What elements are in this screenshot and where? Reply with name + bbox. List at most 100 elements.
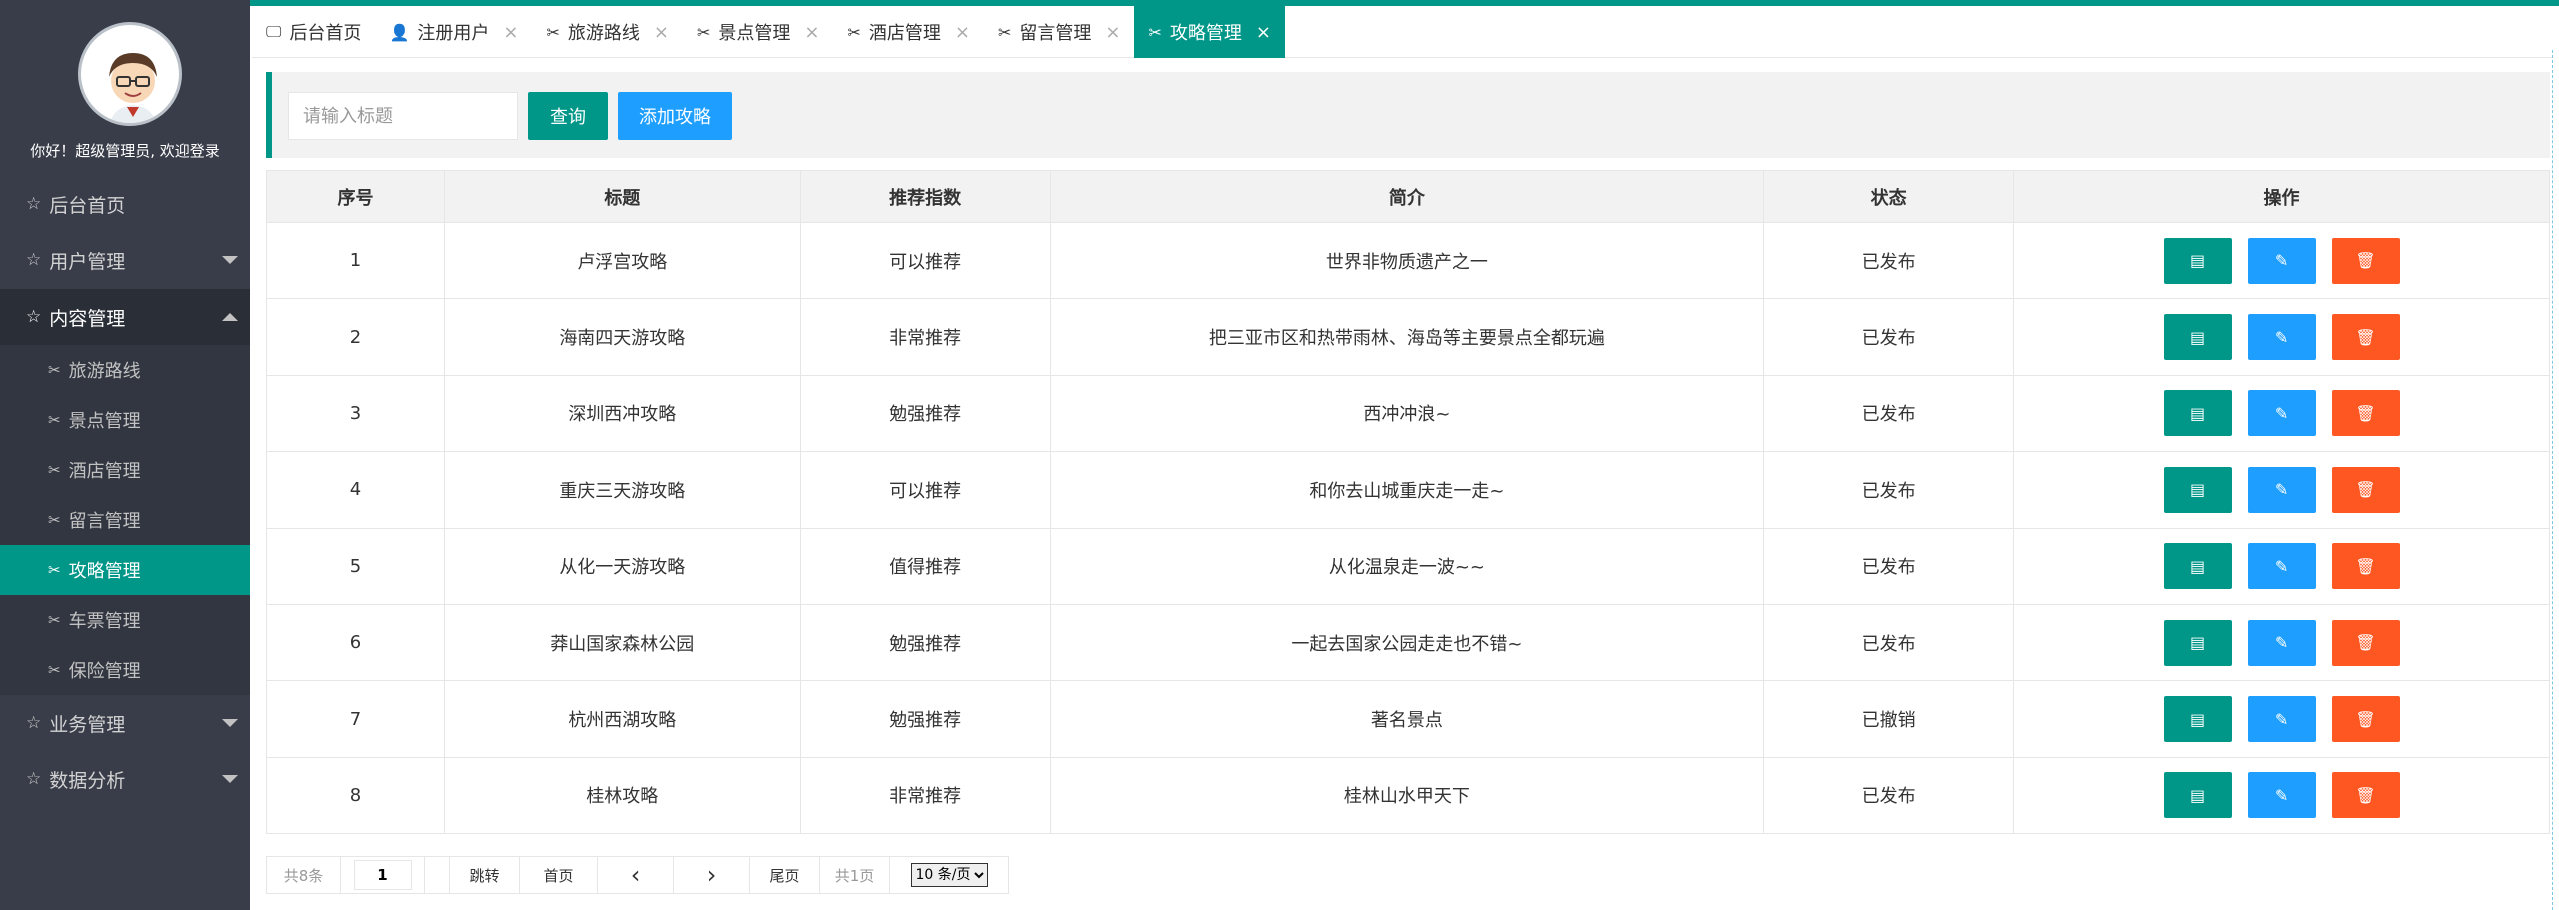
row-status: 已发布 (1763, 221, 2015, 300)
view-button[interactable]: ▤ (2163, 696, 2232, 743)
page-count: 共1页 (820, 857, 890, 893)
row-index: 5 (266, 527, 445, 605)
sub-item-label: 旅游路线 (68, 361, 141, 382)
row-rating: 可以推荐 (799, 451, 1051, 529)
pencil-icon: ✎ (2274, 709, 2289, 729)
row-rating: 勉强推荐 (799, 374, 1051, 453)
close-icon[interactable]: × (503, 22, 518, 43)
row-index: 6 (266, 603, 445, 682)
row-index: 7 (266, 680, 445, 758)
edit-button[interactable]: ✎ (2247, 696, 2316, 743)
row-status: 已撤销 (1763, 680, 2015, 758)
row-actions: ▤ ✎ 🗑 (2013, 221, 2550, 300)
row-intro: 世界非物质遗产之一 (1049, 221, 1765, 300)
sub-item-guides[interactable]: ✂ 攻略管理 (0, 545, 250, 595)
close-icon[interactable]: × (1256, 22, 1271, 43)
sub-item-messages[interactable]: ✂ 留言管理 (0, 495, 250, 545)
first-page-button[interactable]: 首页 (520, 857, 598, 893)
sub-item-hotels[interactable]: ✂ 酒店管理 (0, 445, 250, 495)
tab-bar: 🖵 后台首页 👤 注册用户 × ✂ 旅游路线 × ✂ 景点管理 × ✂ 酒店管理… (252, 6, 2552, 58)
close-icon[interactable]: × (804, 22, 819, 43)
table-row: 7 杭州西湖攻略 勉强推荐 著名景点 已撤销 ▤ ✎ 🗑 (266, 680, 2550, 758)
column-header: 状态 (1763, 170, 2015, 223)
jump-button[interactable]: 跳转 (450, 857, 520, 893)
nav-item-users[interactable]: ☆ 用户管理 (0, 232, 250, 288)
tab-guides[interactable]: ✂ 攻略管理 × (1134, 6, 1285, 58)
sub-item-insurance[interactable]: ✂ 保险管理 (0, 645, 250, 695)
tool-icon: ✂ (48, 511, 61, 529)
edit-button[interactable]: ✎ (2247, 466, 2316, 513)
close-icon[interactable]: × (1105, 22, 1120, 43)
column-header: 操作 (2013, 170, 2550, 223)
view-button[interactable]: ▤ (2163, 543, 2232, 590)
view-button[interactable]: ▤ (2163, 314, 2232, 361)
view-button[interactable]: ▤ (2163, 772, 2232, 819)
edit-button[interactable]: ✎ (2247, 543, 2316, 590)
nav-item-business[interactable]: ☆ 业务管理 (0, 695, 250, 751)
row-index: 1 (266, 221, 445, 300)
tab-registered-users[interactable]: 👤 注册用户 × (375, 6, 532, 58)
tool-icon: ✂ (48, 561, 61, 579)
row-actions: ▤ ✎ 🗑 (2013, 298, 2550, 376)
tool-icon: ✂ (48, 361, 61, 379)
page-number-input[interactable] (353, 860, 412, 890)
next-page-button[interactable]: › (674, 857, 750, 893)
avatar[interactable] (78, 22, 182, 126)
delete-button[interactable]: 🗑 (2331, 237, 2400, 284)
tab-attractions[interactable]: ✂ 景点管理 × (683, 6, 834, 58)
prev-page-button[interactable]: ‹ (598, 857, 674, 893)
row-index: 2 (266, 298, 445, 376)
sub-item-label: 攻略管理 (68, 561, 141, 582)
query-button[interactable]: 查询 (528, 92, 608, 140)
nav-item-analytics[interactable]: ☆ 数据分析 (0, 751, 250, 807)
add-guide-button[interactable]: 添加攻略 (618, 92, 732, 140)
delete-button[interactable]: 🗑 (2331, 314, 2400, 361)
pencil-icon: ✎ (2274, 403, 2289, 423)
view-button[interactable]: ▤ (2163, 466, 2232, 513)
delete-button[interactable]: 🗑 (2331, 619, 2400, 666)
nav-item-content[interactable]: ☆ 内容管理 (0, 289, 250, 345)
action-buttons: ▤ ✎ 🗑 (2014, 619, 2549, 666)
sub-item-routes[interactable]: ✂ 旅游路线 (0, 345, 250, 395)
row-status: 已发布 (1763, 527, 2015, 605)
caret-down-icon (222, 256, 238, 264)
edit-button[interactable]: ✎ (2247, 772, 2316, 819)
edit-button[interactable]: ✎ (2247, 390, 2316, 437)
view-button[interactable]: ▤ (2163, 390, 2232, 437)
nav-item-home[interactable]: ☆ 后台首页 (0, 176, 250, 232)
tab-messages[interactable]: ✂ 留言管理 × (984, 6, 1135, 58)
file-icon: ▤ (2189, 480, 2206, 500)
close-icon[interactable]: × (654, 22, 669, 43)
delete-button[interactable]: 🗑 (2331, 543, 2400, 590)
table-row: 5 从化一天游攻略 值得推荐 从化温泉走一波~~ 已发布 ▤ ✎ 🗑 (266, 527, 2550, 605)
edit-button[interactable]: ✎ (2247, 619, 2316, 666)
welcome-text: 你好！超级管理员, 欢迎登录 (30, 142, 220, 160)
table-row: 8 桂林攻略 非常推荐 桂林山水甲天下 已发布 ▤ ✎ 🗑 (266, 756, 2550, 835)
delete-button[interactable]: 🗑 (2331, 466, 2400, 513)
page-size-select[interactable]: 10 条/页 (910, 863, 988, 887)
delete-button[interactable]: 🗑 (2331, 696, 2400, 743)
tool-icon: ✂ (48, 611, 61, 629)
delete-button[interactable]: 🗑 (2331, 390, 2400, 437)
tab-home[interactable]: 🖵 后台首页 (252, 6, 375, 58)
action-buttons: ▤ ✎ 🗑 (2014, 543, 2549, 590)
last-page-button[interactable]: 尾页 (750, 857, 820, 893)
pencil-icon: ✎ (2274, 633, 2289, 653)
tab-routes[interactable]: ✂ 旅游路线 × (532, 6, 683, 58)
row-actions: ▤ ✎ 🗑 (2013, 680, 2550, 758)
close-icon[interactable]: × (955, 22, 970, 43)
edit-button[interactable]: ✎ (2247, 237, 2316, 284)
sub-item-attractions[interactable]: ✂ 景点管理 (0, 395, 250, 445)
delete-button[interactable]: 🗑 (2331, 772, 2400, 819)
view-button[interactable]: ▤ (2163, 237, 2232, 284)
tab-hotels[interactable]: ✂ 酒店管理 × (833, 6, 984, 58)
pencil-icon: ✎ (2274, 480, 2289, 500)
view-button[interactable]: ▤ (2163, 619, 2232, 666)
row-rating: 非常推荐 (799, 298, 1051, 376)
sub-item-tickets[interactable]: ✂ 车票管理 (0, 595, 250, 645)
row-actions: ▤ ✎ 🗑 (2013, 603, 2550, 682)
edit-button[interactable]: ✎ (2247, 314, 2316, 361)
row-intro: 和你去山城重庆走一走~ (1049, 451, 1765, 529)
row-actions: ▤ ✎ 🗑 (2013, 527, 2550, 605)
search-input[interactable] (288, 92, 518, 140)
